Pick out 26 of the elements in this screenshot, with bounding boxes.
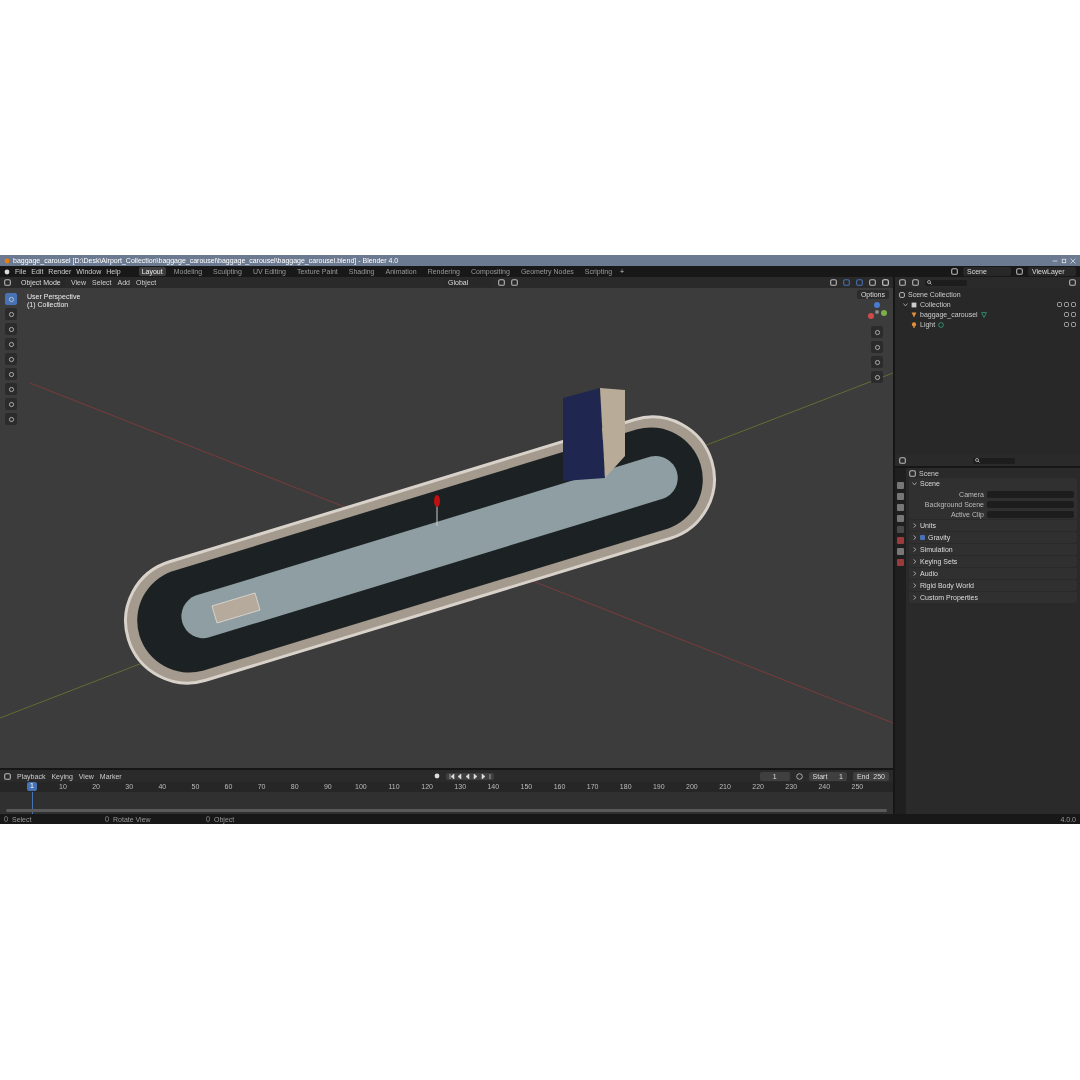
light-data-icon[interactable] <box>938 321 945 328</box>
mouse-icon <box>206 816 210 822</box>
checkbox[interactable] <box>920 535 925 540</box>
search-icon <box>927 280 932 285</box>
search-field[interactable] <box>973 457 1015 464</box>
close-icon[interactable] <box>1070 257 1076 264</box>
expand-icon[interactable] <box>903 302 908 307</box>
search-field[interactable] <box>925 279 967 286</box>
expand-icon[interactable] <box>912 547 917 552</box>
scrollbar[interactable] <box>6 809 887 812</box>
restore-icon[interactable] <box>1061 257 1067 264</box>
expand-icon[interactable] <box>912 481 917 486</box>
mesh-data-icon[interactable] <box>980 311 987 318</box>
mouse-icon <box>105 816 109 822</box>
record-icon[interactable] <box>433 773 440 779</box>
expand-icon[interactable] <box>912 583 917 588</box>
expand-icon[interactable] <box>912 523 917 528</box>
expand-icon[interactable] <box>912 571 917 576</box>
expand-icon[interactable] <box>912 559 917 564</box>
triangle-mesh-icon <box>911 311 917 318</box>
light-bulb-icon <box>911 321 917 328</box>
mouse-icon <box>4 816 8 822</box>
search-icon <box>975 458 980 463</box>
expand-icon[interactable] <box>912 595 917 600</box>
expand-icon[interactable] <box>912 535 917 540</box>
playback-controls-icon[interactable] <box>445 772 494 780</box>
